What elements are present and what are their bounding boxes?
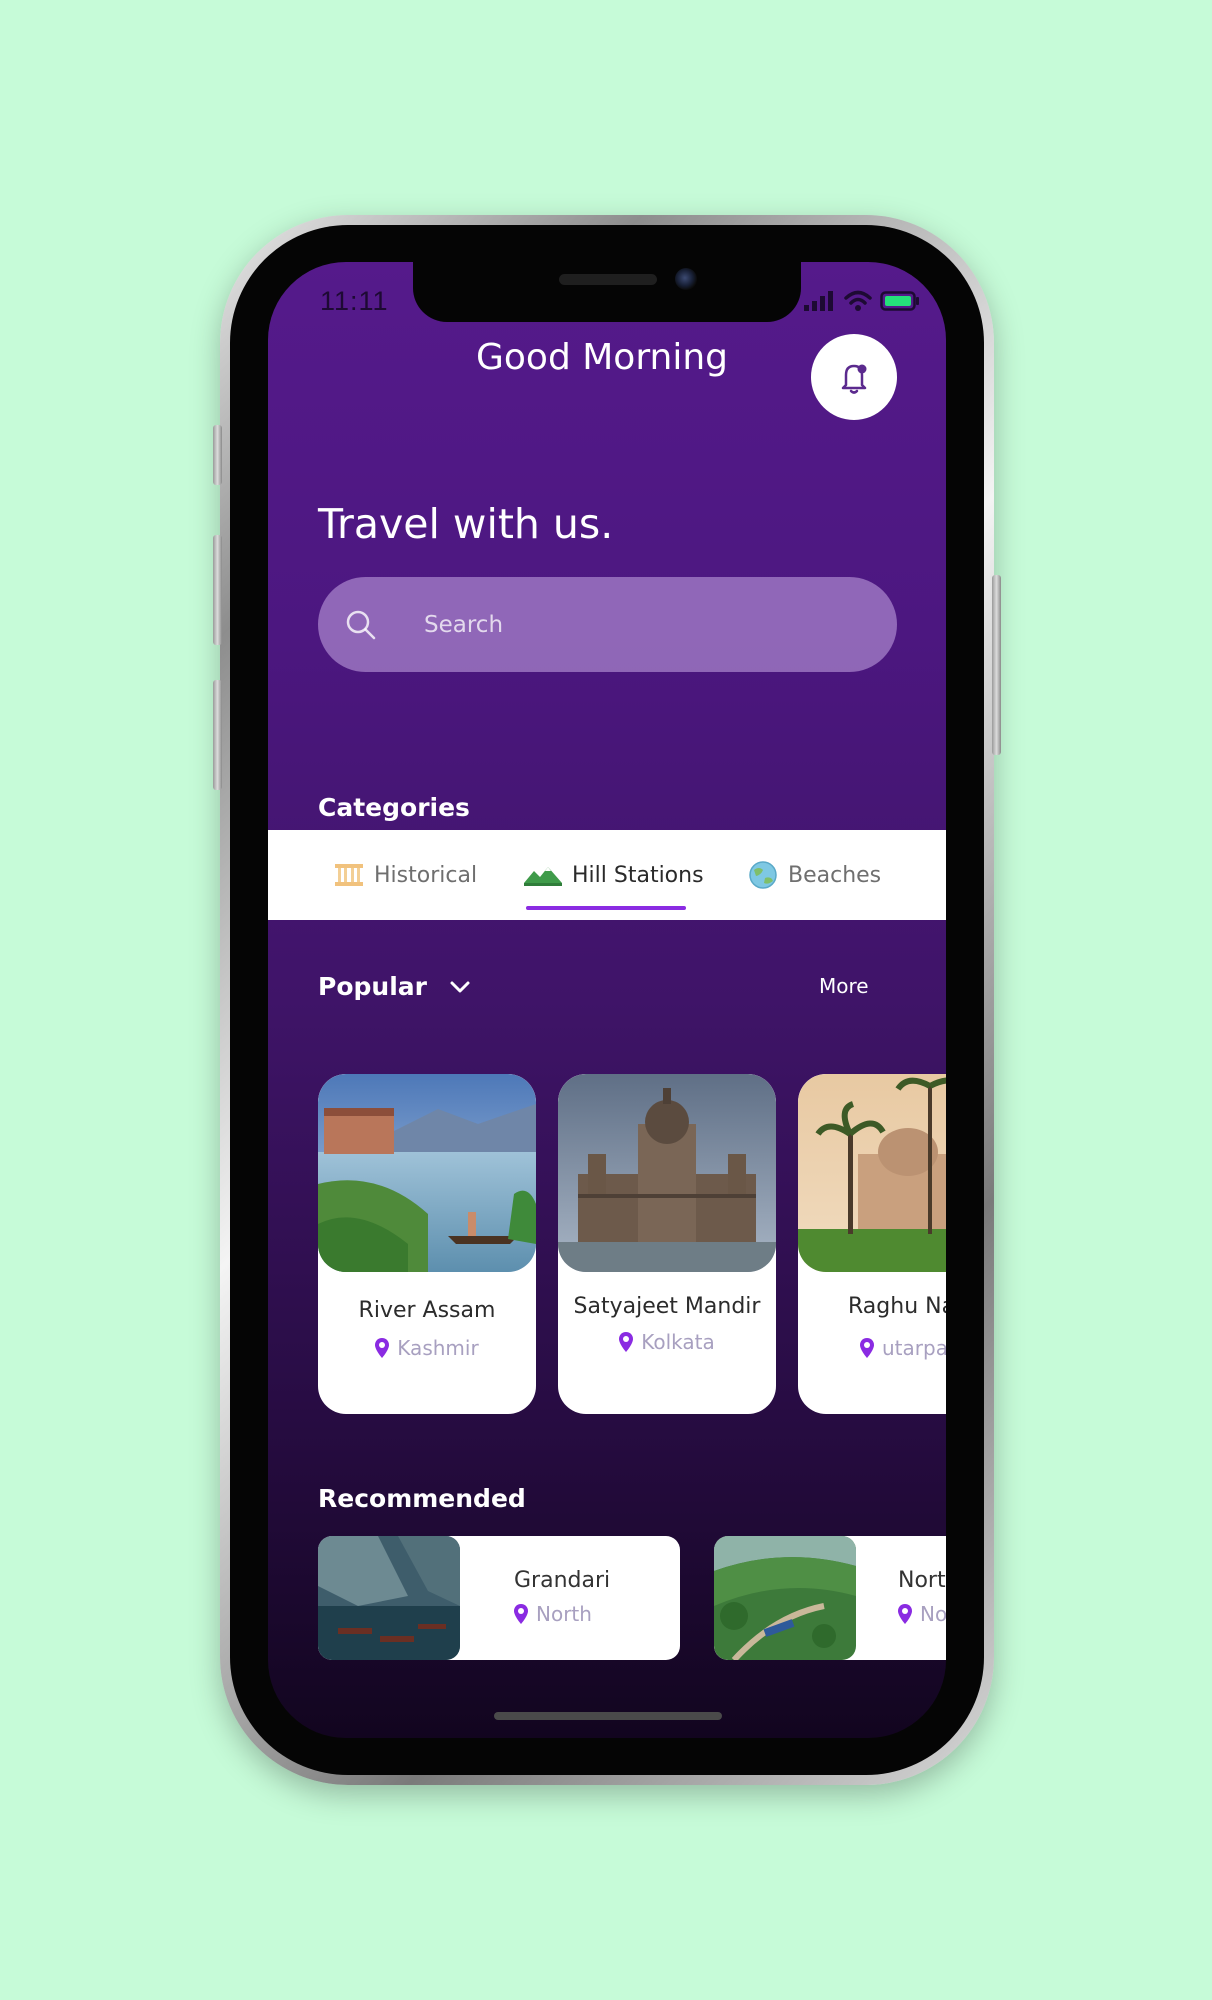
notch <box>413 262 801 322</box>
categories-tabs: Historical Hill Stations Beaches <box>268 830 946 920</box>
app-screen: 11:11 Good Morning Travel with us. Searc… <box>268 262 946 1738</box>
wifi-icon <box>844 290 872 311</box>
card-location-label: utarpa <box>882 1336 946 1360</box>
categories-title: Categories <box>318 793 470 822</box>
temple-building-image <box>558 1074 776 1272</box>
card-title: Satyajeet Mandir <box>573 1294 761 1319</box>
location-pin-icon <box>619 1332 634 1352</box>
popular-title: Popular <box>318 972 427 1001</box>
signal-icon <box>804 291 833 311</box>
volume-up-button <box>213 535 222 645</box>
speaker-grille <box>559 274 657 285</box>
monument-icon <box>335 864 363 886</box>
recommended-card[interactable]: Grandari North <box>318 1536 680 1660</box>
mountain-icon <box>524 867 562 886</box>
tab-hill-stations-label: Hill Stations <box>572 862 704 888</box>
search-icon <box>344 608 378 642</box>
silent-switch <box>213 425 222 485</box>
front-camera <box>675 268 697 290</box>
battery-icon <box>880 291 919 311</box>
volume-down-button <box>213 680 222 790</box>
search-placeholder: Search <box>424 611 504 638</box>
status-icons <box>804 290 920 312</box>
home-indicator[interactable] <box>494 1712 722 1720</box>
card-location: No <box>898 1602 946 1626</box>
location-pin-icon <box>375 1338 390 1358</box>
card-title: River Assam <box>358 1298 496 1323</box>
power-button <box>992 575 1001 755</box>
popular-card[interactable]: Satyajeet Mandir Kolkata <box>558 1074 776 1414</box>
location-pin-icon <box>860 1338 874 1358</box>
hills-train-image <box>714 1536 856 1660</box>
card-location-label: Kolkata <box>641 1330 715 1354</box>
status-time: 11:11 <box>320 286 389 316</box>
bell-icon <box>841 364 867 394</box>
card-location: Kashmir <box>318 1336 536 1360</box>
active-tab-indicator <box>526 906 686 910</box>
card-location: utarpa <box>860 1336 946 1360</box>
card-location-label: No <box>920 1602 946 1626</box>
location-pin-icon <box>898 1604 912 1624</box>
hero-headline: Travel with us. <box>318 500 614 548</box>
card-location-label: North <box>536 1602 592 1626</box>
more-link[interactable]: More <box>819 974 869 998</box>
card-title: Raghu Na <box>848 1294 946 1319</box>
tab-historical-label: Historical <box>374 862 478 888</box>
chevron-down-icon <box>450 981 470 992</box>
location-pin-icon <box>514 1604 528 1624</box>
recommended-card[interactable]: Nort No <box>714 1536 946 1660</box>
tab-beaches-label: Beaches <box>788 862 882 888</box>
recommended-title: Recommended <box>318 1484 526 1513</box>
tab-historical[interactable]: Historical <box>334 830 477 920</box>
popular-card[interactable]: River Assam Kashmir <box>318 1074 536 1414</box>
globe-icon <box>749 861 777 889</box>
popular-card[interactable]: Raghu Na utarpa <box>798 1074 946 1414</box>
search-input[interactable]: Search <box>318 577 897 672</box>
river-lake-image <box>318 1074 536 1272</box>
card-title: Nort <box>898 1568 946 1593</box>
notifications-button[interactable] <box>811 334 897 420</box>
popular-dropdown[interactable]: Popular <box>318 972 471 1001</box>
card-location: North <box>514 1602 592 1626</box>
card-title: Grandari <box>514 1568 611 1593</box>
card-location-label: Kashmir <box>397 1336 479 1360</box>
tab-beaches[interactable]: Beaches <box>748 830 881 920</box>
palace-palm-image <box>798 1074 946 1272</box>
lake-boats-image <box>318 1536 460 1660</box>
card-location: Kolkata <box>558 1330 776 1354</box>
